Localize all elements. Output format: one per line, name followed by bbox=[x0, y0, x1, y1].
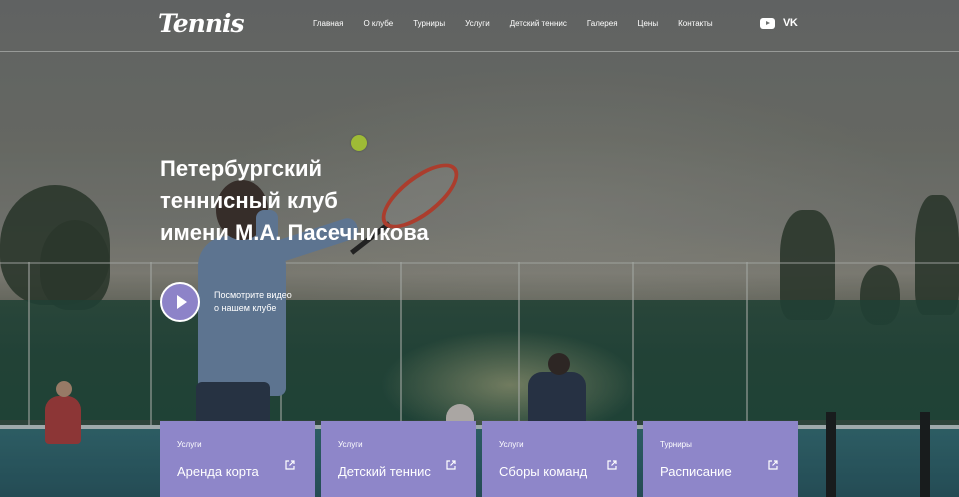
card-category: Услуги bbox=[177, 440, 202, 449]
nav-item-kids-tennis[interactable]: Детский теннис bbox=[510, 19, 567, 28]
card-title: Аренда корта bbox=[177, 464, 259, 479]
nav-item-services[interactable]: Услуги bbox=[465, 19, 490, 28]
site-logo[interactable]: Tennis bbox=[158, 9, 245, 38]
card-team-camps[interactable]: Услуги Сборы команд bbox=[482, 421, 637, 497]
social-links: VK bbox=[760, 17, 798, 29]
card-kids-tennis[interactable]: Услуги Детский теннис bbox=[321, 421, 476, 497]
card-title: Сборы команд bbox=[499, 464, 588, 479]
watch-video-label: Посмотрите видео о нашем клубе bbox=[214, 289, 304, 315]
card-title: Расписание bbox=[660, 464, 732, 479]
watch-video-button[interactable]: Посмотрите видео о нашем клубе bbox=[160, 282, 304, 322]
card-schedule[interactable]: Турниры Расписание bbox=[643, 421, 798, 497]
youtube-icon[interactable] bbox=[760, 17, 775, 29]
hero-title-line: имени М.А. Пасечникова bbox=[160, 220, 429, 245]
nav-item-home[interactable]: Главная bbox=[313, 19, 343, 28]
nav-item-tournaments[interactable]: Турниры bbox=[413, 19, 445, 28]
hero-title-line: теннисный клуб bbox=[160, 188, 338, 213]
site-header: Tennis Главная О клубе Турниры Услуги Де… bbox=[0, 0, 959, 52]
card-category: Услуги bbox=[499, 440, 524, 449]
watch-video-line: о нашем клубе bbox=[214, 303, 277, 313]
nav-item-about[interactable]: О клубе bbox=[363, 19, 393, 28]
nav-item-contacts[interactable]: Контакты bbox=[678, 19, 713, 28]
external-link-icon bbox=[768, 460, 778, 470]
card-category: Турниры bbox=[660, 440, 692, 449]
nav-item-prices[interactable]: Цены bbox=[638, 19, 659, 28]
main-nav: Главная О клубе Турниры Услуги Детский т… bbox=[313, 19, 733, 28]
play-icon[interactable] bbox=[160, 282, 200, 322]
card-title: Детский теннис bbox=[338, 464, 431, 479]
card-category: Услуги bbox=[338, 440, 363, 449]
card-court-rental[interactable]: Услуги Аренда корта bbox=[160, 421, 315, 497]
vk-icon[interactable]: VK bbox=[783, 17, 798, 29]
watch-video-line: Посмотрите видео bbox=[214, 290, 292, 300]
nav-item-gallery[interactable]: Галерея bbox=[587, 19, 618, 28]
external-link-icon bbox=[607, 460, 617, 470]
hero-title-line: Петербургский bbox=[160, 156, 323, 181]
external-link-icon bbox=[285, 460, 295, 470]
hero-title: Петербургский теннисный клуб имени М.А. … bbox=[160, 153, 490, 249]
external-link-icon bbox=[446, 460, 456, 470]
service-cards: Услуги Аренда корта Услуги Детский тенни… bbox=[160, 421, 804, 497]
